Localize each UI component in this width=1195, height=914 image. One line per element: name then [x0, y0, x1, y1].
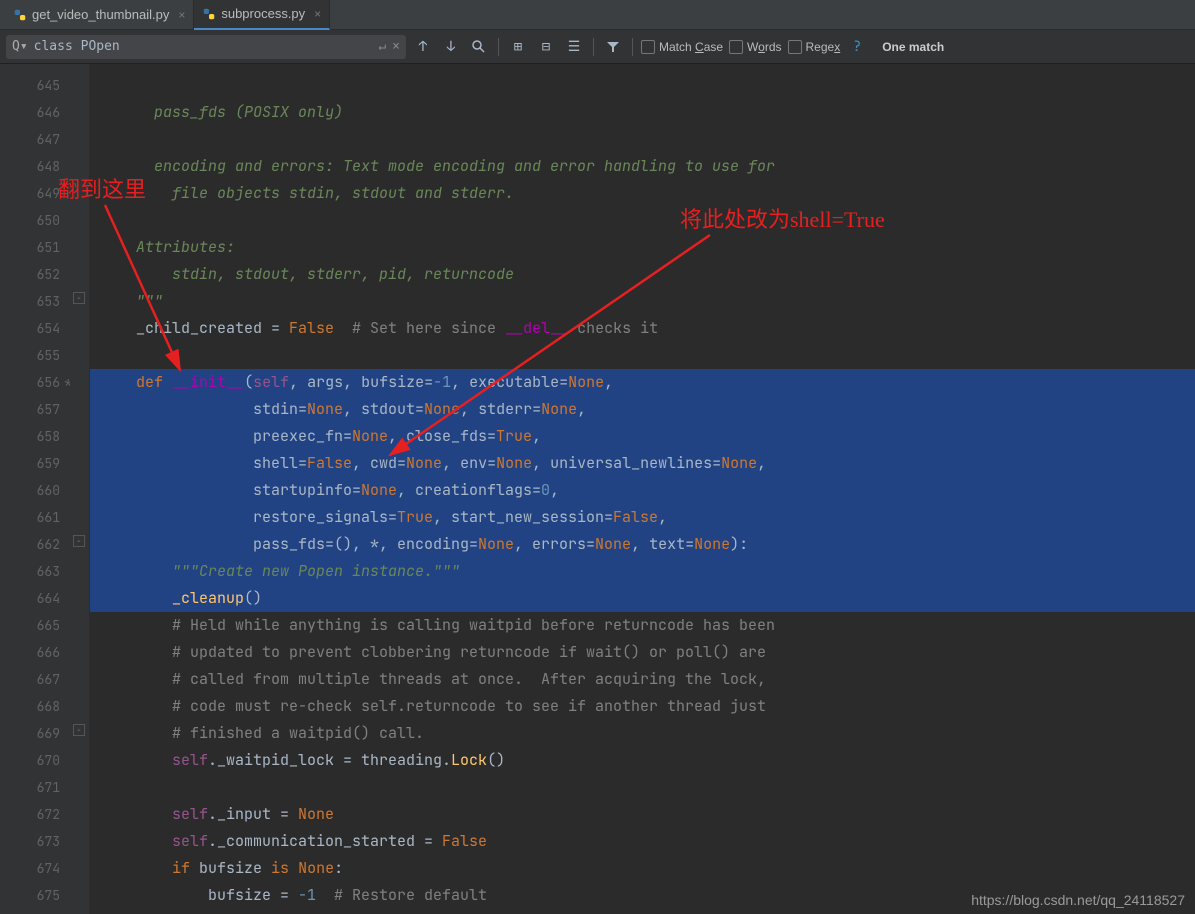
- line-number: 657: [0, 396, 60, 423]
- code-line[interactable]: """: [90, 288, 1195, 315]
- tab-subprocess[interactable]: subprocess.py ×: [194, 0, 330, 30]
- prev-match-button[interactable]: ↑: [412, 36, 434, 58]
- fold-gutter: − − −: [70, 64, 90, 914]
- line-gutter: 6456466476486496506516526536546556566576…: [0, 64, 70, 914]
- fold-mark[interactable]: −: [73, 535, 85, 547]
- search-input[interactable]: Q▾ class POpen ↵ ×: [6, 35, 406, 59]
- code-line[interactable]: self._waitpid_lock = threading.Lock(): [90, 747, 1195, 774]
- line-number: 673: [0, 828, 60, 855]
- code-line[interactable]: if bufsize is None:: [90, 855, 1195, 882]
- line-number: 666: [0, 639, 60, 666]
- enter-icon[interactable]: ↵: [378, 39, 386, 54]
- remove-selection-button[interactable]: ⊟: [535, 36, 557, 58]
- tab-label: get_video_thumbnail.py: [32, 7, 169, 22]
- editor-tabs: get_video_thumbnail.py × subprocess.py ×: [0, 0, 1195, 30]
- words-checkbox[interactable]: Words: [729, 40, 781, 54]
- code-line[interactable]: self._communication_started = False: [90, 828, 1195, 855]
- fold-mark[interactable]: −: [73, 724, 85, 736]
- line-number: 652: [0, 261, 60, 288]
- line-number: 664: [0, 585, 60, 612]
- code-line[interactable]: preexec_fn=None, close_fds=True,: [90, 423, 1195, 450]
- close-icon[interactable]: ×: [178, 8, 185, 22]
- line-number: 656: [0, 369, 60, 396]
- code-line[interactable]: Attributes:: [90, 234, 1195, 261]
- add-selection-button[interactable]: ⊞: [507, 36, 529, 58]
- code-line[interactable]: [90, 342, 1195, 369]
- fold-mark[interactable]: −: [73, 292, 85, 304]
- help-icon[interactable]: ?: [846, 36, 868, 58]
- line-number: 669: [0, 720, 60, 747]
- line-number: 670: [0, 747, 60, 774]
- code-line[interactable]: encoding and errors: Text mode encoding …: [90, 153, 1195, 180]
- code-line[interactable]: startupinfo=None, creationflags=0,: [90, 477, 1195, 504]
- code-line[interactable]: pass_fds (POSIX only): [90, 99, 1195, 126]
- tab-get-video-thumbnail[interactable]: get_video_thumbnail.py ×: [5, 0, 194, 30]
- line-number: 668: [0, 693, 60, 720]
- regex-checkbox[interactable]: Regex: [788, 40, 841, 54]
- search-icon: Q▾: [12, 39, 28, 54]
- match-count: One match: [882, 40, 944, 54]
- line-number: 649: [0, 180, 60, 207]
- line-number: 645: [0, 72, 60, 99]
- match-case-checkbox[interactable]: Match Case: [641, 40, 723, 54]
- line-number: 660: [0, 477, 60, 504]
- line-number: 661: [0, 504, 60, 531]
- code-line[interactable]: pass_fds=(), *, encoding=None, errors=No…: [90, 531, 1195, 558]
- code-line[interactable]: [90, 72, 1195, 99]
- line-number: 658: [0, 423, 60, 450]
- code-line[interactable]: # called from multiple threads at once. …: [90, 666, 1195, 693]
- tab-label: subprocess.py: [221, 6, 305, 21]
- code-line[interactable]: stdin=None, stdout=None, stderr=None,: [90, 396, 1195, 423]
- line-number: 654: [0, 315, 60, 342]
- code-line[interactable]: shell=False, cwd=None, env=None, univers…: [90, 450, 1195, 477]
- line-number: 675: [0, 882, 60, 909]
- code-line[interactable]: _child_created = False # Set here since …: [90, 315, 1195, 342]
- code-line[interactable]: file objects stdin, stdout and stderr.: [90, 180, 1195, 207]
- python-icon: [13, 8, 27, 22]
- select-all-button[interactable]: [468, 36, 490, 58]
- code-line[interactable]: # code must re-check self.returncode to …: [90, 693, 1195, 720]
- line-number: 665: [0, 612, 60, 639]
- filter-button[interactable]: [602, 36, 624, 58]
- code-line[interactable]: self._input = None: [90, 801, 1195, 828]
- line-number: 651: [0, 234, 60, 261]
- line-number: 672: [0, 801, 60, 828]
- clear-icon[interactable]: ×: [392, 39, 400, 54]
- python-icon: [202, 7, 216, 21]
- editor: 6456466476486496506516526536546556566576…: [0, 64, 1195, 914]
- line-number: 663: [0, 558, 60, 585]
- search-query: class POpen: [34, 39, 379, 54]
- line-number: 667: [0, 666, 60, 693]
- find-toolbar: Q▾ class POpen ↵ × ↑ ↓ ⊞ ⊟ ☰ Match Case …: [0, 30, 1195, 64]
- line-number: 659: [0, 450, 60, 477]
- select-all-occurrences-button[interactable]: ☰: [563, 36, 585, 58]
- line-number: 653: [0, 288, 60, 315]
- code-line[interactable]: # finished a waitpid() call.: [90, 720, 1195, 747]
- code-line[interactable]: stdin, stdout, stderr, pid, returncode: [90, 261, 1195, 288]
- code-line[interactable]: [90, 207, 1195, 234]
- code-line[interactable]: restore_signals=True, start_new_session=…: [90, 504, 1195, 531]
- code-line[interactable]: """Create new Popen instance.""": [90, 558, 1195, 585]
- line-number: 647: [0, 126, 60, 153]
- code-line[interactable]: # Held while anything is calling waitpid…: [90, 612, 1195, 639]
- watermark: https://blog.csdn.net/qq_24118527: [971, 892, 1185, 908]
- code-line[interactable]: [90, 774, 1195, 801]
- code-line[interactable]: def __init__(self, args, bufsize=-1, exe…: [90, 369, 1195, 396]
- line-number: 662: [0, 531, 60, 558]
- code-area[interactable]: pass_fds (POSIX only) encoding and error…: [90, 64, 1195, 914]
- close-icon[interactable]: ×: [314, 7, 321, 21]
- code-line[interactable]: [90, 126, 1195, 153]
- code-line[interactable]: # updated to prevent clobbering returnco…: [90, 639, 1195, 666]
- line-number: 650: [0, 207, 60, 234]
- line-number: 646: [0, 99, 60, 126]
- line-number: 671: [0, 774, 60, 801]
- line-number: 655: [0, 342, 60, 369]
- next-match-button[interactable]: ↓: [440, 36, 462, 58]
- line-number: 648: [0, 153, 60, 180]
- code-line[interactable]: _cleanup(): [90, 585, 1195, 612]
- line-number: 674: [0, 855, 60, 882]
